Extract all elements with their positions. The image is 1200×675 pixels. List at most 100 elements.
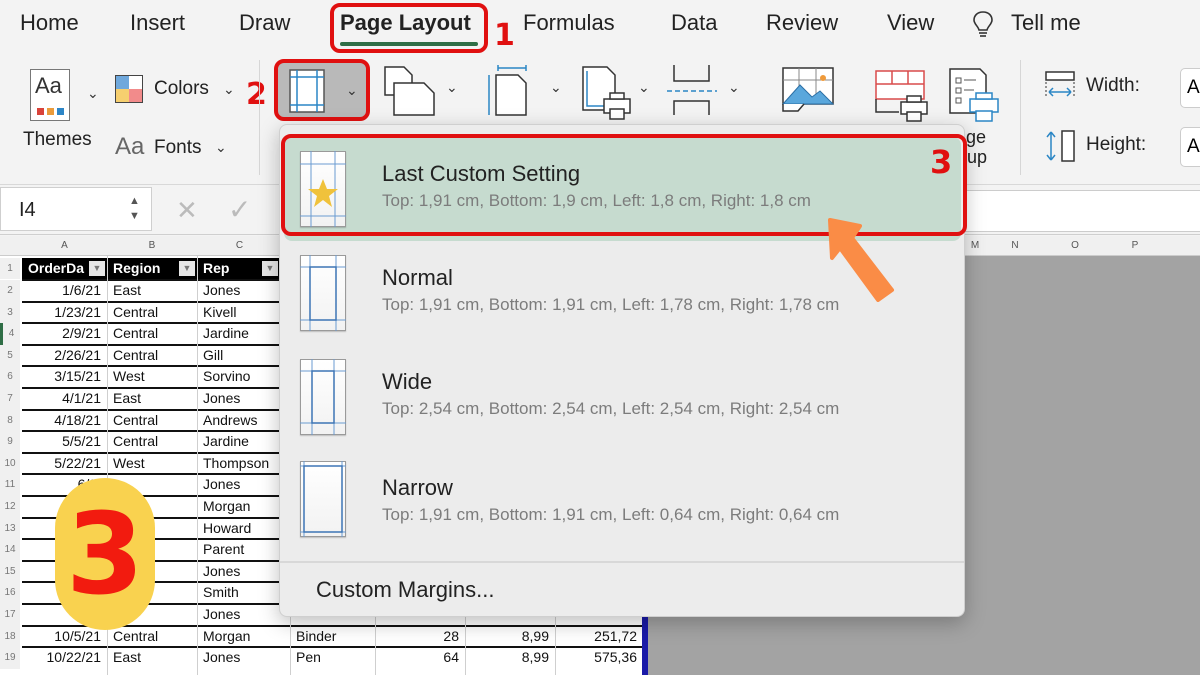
cell-region[interactable]: Central <box>107 304 197 320</box>
margin-option-wide[interactable]: Wide Top: 2,54 cm, Bottom: 2,54 cm, Left… <box>284 345 961 449</box>
row-header[interactable]: 6 <box>0 366 20 388</box>
cell-date[interactable]: 3/15/21 <box>22 368 107 384</box>
confirm-formula-icon[interactable]: ✓ <box>228 193 251 226</box>
filter-dropdown-icon[interactable]: ▼ <box>89 261 105 276</box>
name-box-stepper-icon[interactable]: ▲ ▼ <box>129 194 140 224</box>
row-header[interactable]: 19 <box>0 647 20 669</box>
row-header[interactable]: 15 <box>0 560 20 583</box>
row-header[interactable]: 12 <box>0 496 20 518</box>
tab-review[interactable]: Review <box>766 10 838 36</box>
cancel-formula-icon[interactable]: ✕ <box>176 195 198 226</box>
cell-region[interactable]: East <box>107 390 197 406</box>
cell-total[interactable]: 575,36 <box>555 649 643 665</box>
filter-dropdown-icon[interactable]: ▼ <box>262 261 278 276</box>
cell-rep[interactable]: Sorvino <box>197 368 290 384</box>
cell-region[interactable]: East <box>107 649 197 665</box>
column-header-m[interactable]: M <box>965 240 985 251</box>
cell-region[interactable]: East <box>107 282 197 298</box>
cell-rep[interactable]: Jones <box>197 649 290 665</box>
print-area-button[interactable]: ⌄ <box>580 65 660 123</box>
cell-total[interactable]: 251,72 <box>555 628 643 644</box>
row-header[interactable]: 17 <box>0 604 20 626</box>
row-header[interactable]: 10 <box>0 452 20 475</box>
row-header[interactable]: 16 <box>0 582 20 604</box>
header-cell-rep[interactable]: Rep ▼ <box>197 258 280 279</box>
formula-input[interactable] <box>965 190 1200 232</box>
cell-rep[interactable]: Kivell <box>197 304 290 320</box>
row-header[interactable]: 4 <box>0 323 20 345</box>
cell-date[interactable]: 2/26/21 <box>22 347 107 363</box>
column-header-b[interactable]: B <box>107 240 197 251</box>
cell-rep[interactable]: Thompson <box>197 455 290 471</box>
column-header-n[interactable]: N <box>985 240 1045 251</box>
custom-margins-menu-item[interactable]: Custom Margins... <box>316 577 495 603</box>
background-button[interactable] <box>781 67 837 119</box>
cell-item[interactable]: Binder <box>290 628 375 644</box>
cell-rep[interactable]: Jones <box>197 476 290 492</box>
colors-button[interactable]: Colors ⌄ <box>115 73 240 105</box>
cell-cost[interactable]: 8,99 <box>465 628 555 644</box>
orientation-button[interactable]: ⌄ <box>382 65 462 117</box>
cell-rep[interactable]: Parent <box>197 541 290 557</box>
fonts-button[interactable]: Aa Fonts ⌄ <box>115 131 240 165</box>
row-header[interactable]: 3 <box>0 301 20 324</box>
height-dropdown[interactable]: A <box>1180 127 1200 167</box>
row-header[interactable]: 11 <box>0 474 20 496</box>
header-cell-region[interactable]: Region ▼ <box>107 258 197 279</box>
name-box[interactable]: I4 ▲ ▼ <box>0 187 152 231</box>
tell-me-search[interactable]: Tell me <box>1011 10 1081 36</box>
tab-draw[interactable]: Draw <box>239 10 290 36</box>
cell-date[interactable]: 1/6/21 <box>22 282 107 298</box>
column-header-o[interactable]: O <box>1045 240 1105 251</box>
row-header[interactable]: 9 <box>0 431 20 453</box>
cell-item[interactable]: Pen <box>290 649 375 665</box>
cell-rep[interactable]: Smith <box>197 584 290 600</box>
cell-units[interactable]: 64 <box>375 649 465 665</box>
cell-rep[interactable]: Morgan <box>197 498 290 514</box>
themes-button[interactable]: Aa Themes <box>20 65 105 155</box>
cell-cost[interactable]: 8,99 <box>465 649 555 665</box>
breaks-button[interactable]: ⌄ <box>665 65 745 117</box>
row-header[interactable]: 8 <box>0 409 20 432</box>
cell-rep[interactable]: Andrews <box>197 412 290 428</box>
cell-date[interactable]: 2/9/21 <box>22 325 107 341</box>
cell-region[interactable]: West <box>107 368 197 384</box>
row-header[interactable]: 13 <box>0 517 20 540</box>
cell-units[interactable]: 28 <box>375 628 465 644</box>
cell-date[interactable]: 4/1/21 <box>22 390 107 406</box>
cell-rep[interactable]: Morgan <box>197 628 290 644</box>
tab-home[interactable]: Home <box>20 10 79 36</box>
cell-rep[interactable]: Howard <box>197 520 290 536</box>
cell-region[interactable]: Central <box>107 347 197 363</box>
row-header[interactable]: 14 <box>0 539 20 561</box>
row-header[interactable]: 7 <box>0 388 20 410</box>
column-header-p[interactable]: P <box>1105 240 1165 251</box>
tab-formulas[interactable]: Formulas <box>523 10 615 36</box>
cell-date[interactable]: 4/18/21 <box>22 412 107 428</box>
cell-rep[interactable]: Gill <box>197 347 290 363</box>
cell-region[interactable]: West <box>107 455 197 471</box>
cell-date[interactable]: 5/22/21 <box>22 455 107 471</box>
row-header[interactable]: 1 <box>0 258 20 279</box>
header-cell-orderdate[interactable]: OrderDa ▼ <box>22 258 107 279</box>
cell-region[interactable]: Central <box>107 325 197 341</box>
cell-rep[interactable]: Jardine <box>197 433 290 449</box>
row-header[interactable]: 2 <box>0 280 20 302</box>
column-header-c[interactable]: C <box>197 240 282 251</box>
tab-data[interactable]: Data <box>671 10 717 36</box>
cell-date[interactable]: 1/23/21 <box>22 304 107 320</box>
cell-region[interactable]: Central <box>107 412 197 428</box>
cell-date[interactable]: 5/5/21 <box>22 433 107 449</box>
themes-chevron-down-icon[interactable]: ⌄ <box>87 85 99 102</box>
cell-rep[interactable]: Jones <box>197 390 290 406</box>
cell-rep[interactable]: Jones <box>197 563 290 579</box>
size-button[interactable]: ⌄ <box>486 65 566 117</box>
column-header-a[interactable]: A <box>22 240 107 251</box>
tab-insert[interactable]: Insert <box>130 10 185 36</box>
tab-view[interactable]: View <box>887 10 934 36</box>
cell-date[interactable]: 10/5/21 <box>22 628 107 644</box>
row-header[interactable]: 18 <box>0 625 20 648</box>
cell-region[interactable]: Central <box>107 628 197 644</box>
cell-rep[interactable]: Jones <box>197 606 290 622</box>
row-header[interactable]: 5 <box>0 344 20 367</box>
